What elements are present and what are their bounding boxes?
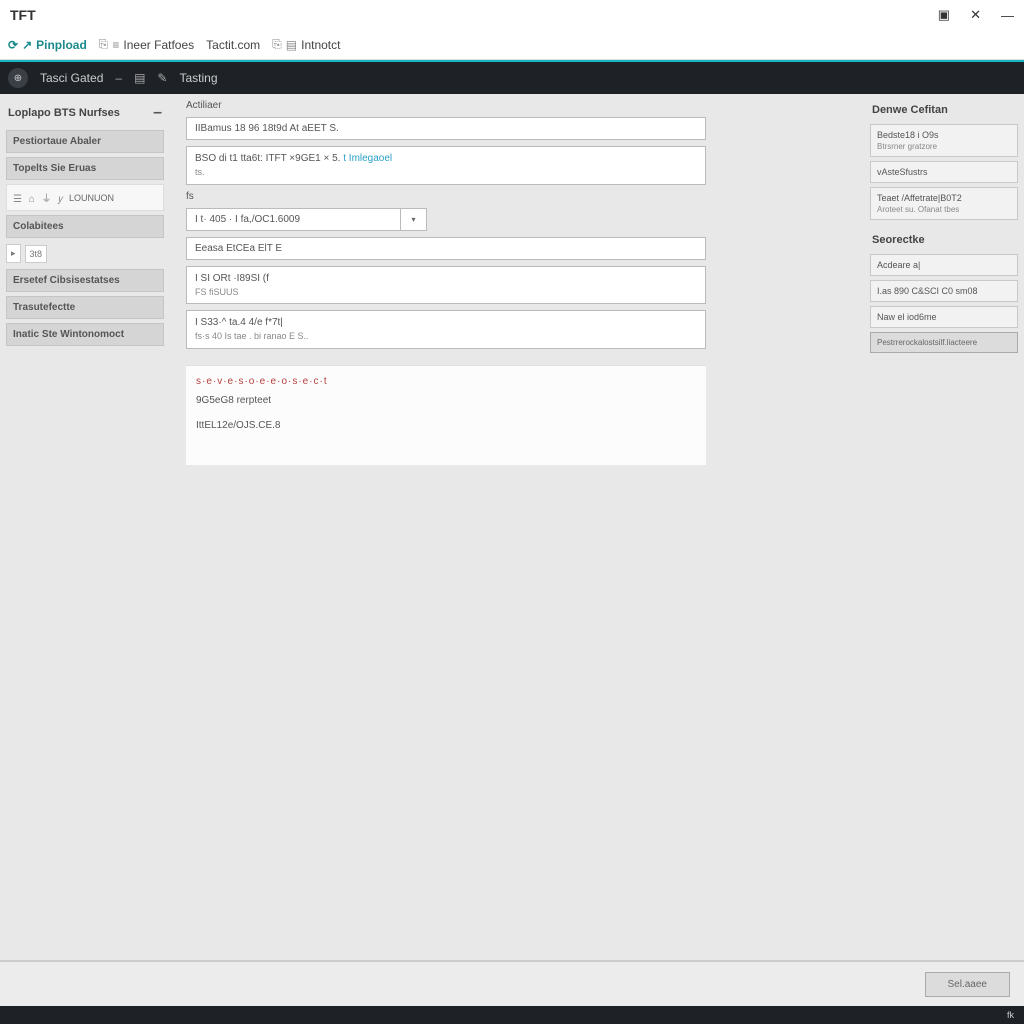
right-action-button[interactable]: Pestrrerockalostsilf.liacteere bbox=[870, 332, 1018, 353]
tab-pinpload[interactable]: ⟳ ↗ Pinpload bbox=[8, 38, 87, 52]
maximize-icon[interactable]: ▣ bbox=[938, 7, 950, 23]
field-5-line2: FS fiSUUS bbox=[195, 286, 697, 299]
app-title: TFT bbox=[10, 7, 36, 23]
left-panel-title-text: Loplapo BTS Nurfses bbox=[8, 107, 120, 119]
status-footer: fk bbox=[0, 1006, 1024, 1024]
tab-bar: ⟳ ↗ Pinpload ⎘ ≡ Ineer Fatfoes Tactit.co… bbox=[0, 30, 1024, 60]
field-4-input[interactable]: Eeasa EtCEa ElT E bbox=[186, 237, 706, 260]
result-row-1: 9G5eG8 rerpteet bbox=[196, 395, 696, 406]
left-panel-title: Loplapo BTS Nurfses – bbox=[6, 100, 164, 126]
section-inatic[interactable]: Inatic Ste Wintonomoct bbox=[6, 323, 164, 346]
bottom-action-bar: Sel.aaee bbox=[0, 961, 1024, 1006]
tab-tactitcom[interactable]: Tactit.com bbox=[206, 38, 260, 52]
brand-icon[interactable]: ⊕ bbox=[8, 68, 28, 88]
field-2-link[interactable]: t Imlegaoel bbox=[343, 153, 392, 164]
field-5-line1: I SI ORt ·I89SI (f bbox=[195, 272, 697, 286]
doc-icon: ⎘ bbox=[99, 37, 109, 52]
doc-icon: ⎘ bbox=[272, 37, 282, 52]
tab-label: Tactit.com bbox=[206, 38, 260, 52]
section-icons-row: ☰ ⌂ ⏚ 𝑦 LOUNUON bbox=[6, 184, 164, 211]
center-panel: Actiliaer IIBamus 18 96 18t9d At aEET S.… bbox=[170, 94, 864, 960]
send-icon[interactable]: ✎ bbox=[157, 71, 167, 85]
tab-ineerfatfoes[interactable]: ⎘ ≡ Ineer Fatfoes bbox=[99, 37, 194, 52]
field-3-label: fs bbox=[186, 191, 852, 202]
close-icon[interactable]: ✕ bbox=[970, 7, 981, 23]
right-box-1[interactable]: Bedste18 i O9s Btrsrner gratzore bbox=[870, 124, 1018, 157]
section-colabitees[interactable]: Colabitees bbox=[6, 215, 164, 238]
right-box-2[interactable]: vAsteSfustrs bbox=[870, 161, 1018, 183]
right-box-5[interactable]: I.as 890 C&SCI C0 sm08 bbox=[870, 280, 1018, 302]
section-topelts[interactable]: Topelts Sie Eruas bbox=[6, 157, 164, 180]
window-titlebar: TFT ▣ ✕ — bbox=[0, 0, 1024, 30]
footer-text: fk bbox=[1007, 1010, 1014, 1020]
left-panel: Loplapo BTS Nurfses – Pestiortaue Abaler… bbox=[0, 94, 170, 960]
field-5-input[interactable]: I SI ORt ·I89SI (f FS fiSUUS bbox=[186, 266, 706, 305]
section-icons-label: LOUNUON bbox=[69, 193, 114, 203]
grid-icon: ▤ bbox=[286, 38, 297, 52]
right-box-3[interactable]: Teaet /Affetrate|B0T2 Aroteet su. Ofanat… bbox=[870, 187, 1018, 220]
tab-label: Intnotct bbox=[301, 38, 340, 52]
tab-intnotct[interactable]: ⎘ ▤ Intnotct bbox=[272, 37, 340, 52]
field-6-line2: fs·s 40 Is tae . bi ranao E S.. bbox=[195, 330, 697, 343]
breadcrumb-label[interactable]: 3t8 bbox=[25, 245, 48, 263]
field-1-input[interactable]: IIBamus 18 96 18t9d At aEET S. bbox=[186, 117, 706, 140]
field-6-line1: I S33·^ ta.4 4/e f*7t| bbox=[195, 316, 697, 330]
toolbar-label-1[interactable]: Tasci Gated bbox=[40, 71, 103, 85]
collapse-icon[interactable]: – bbox=[153, 104, 162, 122]
submit-button[interactable]: Sel.aaee bbox=[925, 972, 1010, 997]
list-icon: ≡ bbox=[112, 38, 119, 52]
toolbar-label-2[interactable]: Tasting bbox=[179, 71, 217, 85]
section-ersetef[interactable]: Ersetef Cibsisestatses bbox=[6, 269, 164, 292]
tab-label: Ineer Fatfoes bbox=[123, 38, 194, 52]
right-section-2-title: Seorectke bbox=[870, 230, 1018, 250]
field-6-input[interactable]: I S33·^ ta.4 4/e f*7t| fs·s 40 Is tae . … bbox=[186, 310, 706, 349]
result-box: s·e·v·e·s·o·e·e·o·s·e·c·t 9G5eG8 rerptee… bbox=[186, 365, 706, 465]
panel-icon[interactable]: ▤ bbox=[134, 71, 145, 85]
right-box-1-l2: Btrsrner gratzore bbox=[877, 142, 1011, 151]
form-top-label: Actiliaer bbox=[186, 100, 852, 111]
right-box-3-l1: Teaet /Affetrate|B0T2 bbox=[877, 193, 1011, 203]
field-2-sub: ts. bbox=[195, 166, 697, 179]
field-3-combo: I t· 405 · I fa,/OC1.6009 ▾ bbox=[186, 208, 706, 231]
right-panel-title: Denwe Cefitan bbox=[870, 100, 1018, 120]
right-panel: Denwe Cefitan Bedste18 i O9s Btrsrner gr… bbox=[864, 94, 1024, 960]
field-3-input[interactable]: I t· 405 · I fa,/OC1.6009 bbox=[186, 208, 401, 231]
right-box-4[interactable]: Acdeare a| bbox=[870, 254, 1018, 276]
breadcrumb-icon[interactable]: ▸ bbox=[6, 244, 21, 263]
right-box-3-l2: Aroteet su. Ofanat tbes bbox=[877, 205, 1011, 214]
minus-icon[interactable]: – bbox=[115, 71, 122, 85]
main-content: Loplapo BTS Nurfses – Pestiortaue Abaler… bbox=[0, 94, 1024, 961]
field-3-dropdown-icon[interactable]: ▾ bbox=[401, 208, 427, 231]
error-text: s·e·v·e·s·o·e·e·o·s·e·c·t bbox=[196, 376, 696, 387]
right-box-1-l1: Bedste18 i O9s bbox=[877, 130, 1011, 140]
window-controls: ▣ ✕ — bbox=[938, 7, 1014, 23]
toolbar-mini-icons[interactable]: ☰ ⌂ ⏚ 𝑦 bbox=[13, 190, 65, 205]
tab-label: Pinpload bbox=[36, 38, 87, 52]
field-2-text: BSO di t1 tta6t: ITFT ×9GE1 × 5. bbox=[195, 153, 340, 164]
minimize-icon[interactable]: — bbox=[1001, 8, 1014, 23]
result-row-2: IttEL12e/OJS.CE.8 bbox=[196, 420, 696, 431]
section-trasutefectte[interactable]: Trasutefectte bbox=[6, 296, 164, 319]
right-box-6[interactable]: Naw el iod6me bbox=[870, 306, 1018, 328]
breadcrumb-row: ▸ 3t8 bbox=[6, 244, 164, 263]
field-2-input[interactable]: BSO di t1 tta6t: ITFT ×9GE1 × 5. t Imleg… bbox=[186, 146, 706, 185]
toolbar-dark: ⊕ Tasci Gated – ▤ ✎ Tasting bbox=[0, 60, 1024, 94]
refresh-icon: ⟳ bbox=[8, 38, 18, 52]
section-pestiortaue[interactable]: Pestiortaue Abaler bbox=[6, 130, 164, 153]
share-icon: ↗ bbox=[22, 38, 32, 52]
